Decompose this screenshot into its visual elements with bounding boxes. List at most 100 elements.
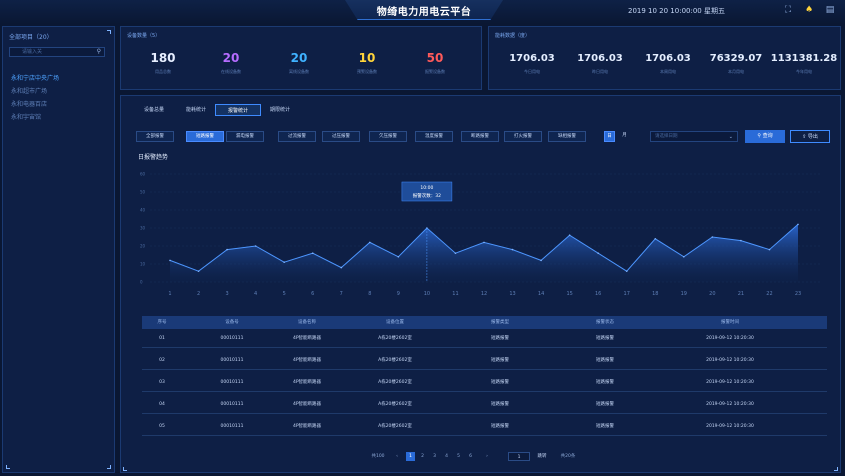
table-header-cell: 报警状态 <box>596 320 614 325</box>
table-row[interactable]: 02 00010111 4P智能断路器 A栋20楼2602室 短路报警 短路报警 2019-… <box>142 352 827 370</box>
table-cell: 4P智能断路器 <box>292 380 322 385</box>
x-tick-label: 9 <box>397 291 400 297</box>
data-point <box>740 239 742 242</box>
y-tick-label: 20 <box>140 244 146 249</box>
data-point <box>454 252 457 254</box>
table-cell: 2019-09-12 10:20:30 <box>706 336 754 341</box>
table-cell: 02 <box>159 358 165 363</box>
data-point <box>369 241 371 244</box>
page-number-button[interactable]: 5 <box>454 452 463 461</box>
data-point <box>254 245 257 247</box>
app-root: 物绮电力用电云平台 2019 10 20 10:00:00 星期五 ⛶ ♠ ▤ … <box>0 0 845 476</box>
data-point <box>625 270 628 273</box>
data-point <box>597 252 599 254</box>
x-tick-label: 16 <box>595 291 601 297</box>
x-tick-label: 21 <box>738 291 744 297</box>
table-cell: 00010111 <box>220 402 244 407</box>
table-cell: 短路报警 <box>596 336 614 341</box>
data-point <box>483 241 485 244</box>
table-cell: 短路报警 <box>596 358 614 363</box>
table-cell: 短路报警 <box>491 380 509 385</box>
data-point <box>654 238 657 240</box>
page-number-button[interactable]: 4 <box>442 452 451 461</box>
x-tick-label: 10 <box>424 291 430 297</box>
table-cell: A栋20楼2602室 <box>378 336 412 341</box>
table-header-cell: 设备位置 <box>386 320 404 325</box>
table-header-cell: 设备号 <box>225 320 239 325</box>
table-cell: 4P智能断路器 <box>292 358 322 363</box>
x-tick-label: 7 <box>340 291 343 297</box>
tooltip-time: 10:00 <box>420 185 433 191</box>
table-cell: 4P智能断路器 <box>292 336 322 341</box>
table-cell: 2019-09-12 10:20:30 <box>706 358 754 363</box>
x-tick-label: 13 <box>509 291 515 297</box>
table-cell: 短路报警 <box>596 402 614 407</box>
data-point <box>311 252 314 254</box>
prev-page-button[interactable]: ‹ <box>392 452 402 461</box>
x-tick-label: 11 <box>452 291 458 297</box>
y-tick-label: 30 <box>140 226 146 231</box>
table-cell: 00010111 <box>220 358 244 363</box>
pagination-total: 共100 <box>371 454 385 459</box>
x-tick-label: 4 <box>254 291 257 297</box>
table-row[interactable]: 03 00010111 4P智能断路器 A栋20楼2602室 短路报警 短路报警 2019-… <box>142 374 827 392</box>
table-header-cell: 设备名称 <box>298 320 316 325</box>
x-tick-label: 2 <box>197 291 200 297</box>
data-point <box>169 259 171 262</box>
tooltip-value: 报警次数：32 <box>413 192 441 199</box>
table-row[interactable]: 04 00010111 4P智能断路器 A栋20楼2602室 短路报警 短路报警 2019-… <box>142 396 827 414</box>
panel-corner <box>123 467 127 471</box>
x-tick-label: 14 <box>538 291 544 297</box>
table-cell: 00010111 <box>220 336 244 341</box>
table-cell: 2019-09-12 10:20:30 <box>706 424 754 429</box>
table-header-cell: 报警类型 <box>491 320 509 325</box>
data-point <box>797 223 799 226</box>
panel-corner <box>834 467 838 471</box>
page-number-button[interactable]: 6 <box>466 452 475 461</box>
y-tick-label: 60 <box>140 172 146 177</box>
table-row[interactable]: 01 00010111 4P智能断路器 A栋20楼2602室 短路报警 短路报警 2019-… <box>142 330 827 348</box>
table-header-cell: 序号 <box>157 320 167 325</box>
data-point <box>711 236 714 238</box>
table-cell: 短路报警 <box>491 358 509 363</box>
x-tick-label: 23 <box>795 291 801 297</box>
x-tick-label: 22 <box>766 291 772 297</box>
table-cell: 01 <box>159 336 165 341</box>
table-cell: 4P智能断路器 <box>292 402 322 407</box>
page-number-button[interactable]: 3 <box>430 452 439 461</box>
y-tick-label: 50 <box>140 190 146 195</box>
x-tick-label: 20 <box>709 291 715 297</box>
table-cell: 03 <box>159 380 165 385</box>
table-cell: A栋20楼2602室 <box>378 424 412 429</box>
table-cell: A栋20楼2602室 <box>378 402 412 407</box>
data-point <box>511 248 514 251</box>
data-point <box>540 259 542 262</box>
table-cell: 短路报警 <box>596 424 614 429</box>
x-tick-label: 12 <box>481 291 487 297</box>
page-number-button[interactable]: 1 <box>406 452 415 461</box>
data-point <box>683 255 685 258</box>
page-number-button[interactable]: 2 <box>418 452 427 461</box>
data-point <box>768 248 771 251</box>
goto-page-input[interactable]: 1 <box>508 452 530 461</box>
goto-page-label[interactable]: 跳转 <box>534 452 550 461</box>
table-cell: 00010111 <box>220 380 244 385</box>
y-tick-label: 10 <box>140 262 146 267</box>
data-point <box>340 266 343 269</box>
table-cell: 短路报警 <box>491 424 509 429</box>
x-tick-label: 15 <box>566 291 572 297</box>
table-cell: A栋20楼2602室 <box>378 380 412 385</box>
data-point <box>568 234 571 236</box>
next-page-button[interactable]: › <box>482 452 492 461</box>
x-tick-label: 19 <box>681 291 687 297</box>
data-point <box>397 255 400 258</box>
y-tick-label: 0 <box>140 280 143 285</box>
data-point <box>197 270 200 273</box>
table-cell: 短路报警 <box>491 336 509 341</box>
table-cell: A栋20楼2602室 <box>378 358 412 363</box>
table-cell: 2019-09-12 10:20:30 <box>706 380 754 385</box>
table-cell: 00010111 <box>220 424 244 429</box>
data-point <box>226 248 228 251</box>
area-fill <box>170 224 798 282</box>
table-row[interactable]: 05 00010111 4P智能断路器 A栋20楼2602室 短路报警 短路报警 2019-… <box>142 418 827 436</box>
